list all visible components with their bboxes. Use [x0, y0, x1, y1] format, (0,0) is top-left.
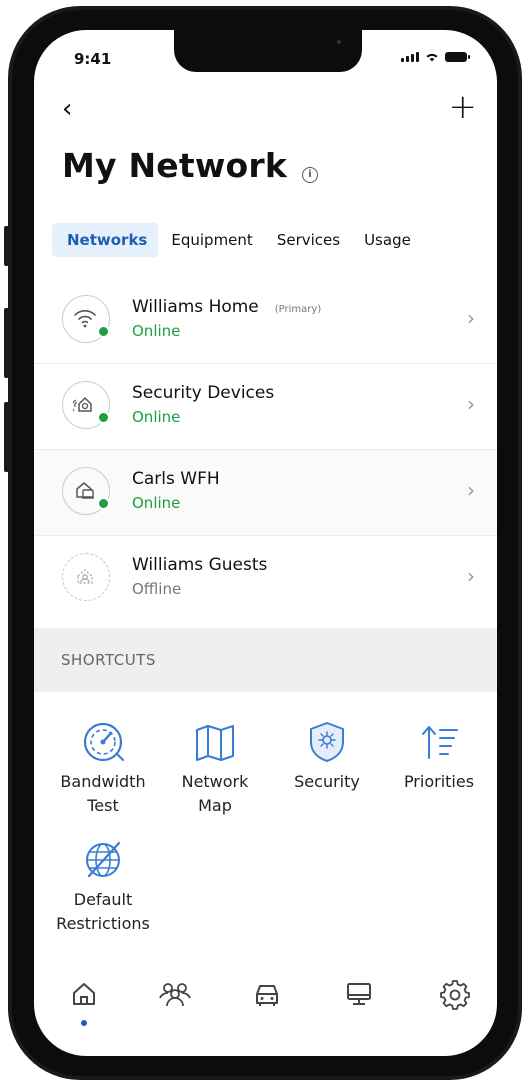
map-icon — [196, 725, 234, 761]
page-title: My Network — [62, 146, 287, 185]
home-icon — [73, 983, 95, 1005]
notch — [174, 30, 362, 72]
add-network-button[interactable]: + — [449, 90, 478, 124]
shortcut-priorities[interactable]: Priorities — [384, 720, 494, 794]
nav-settings[interactable] — [440, 980, 470, 1014]
bottom-nav — [34, 960, 497, 1026]
network-status: Offline — [132, 580, 182, 598]
network-row-williams-guests[interactable]: Williams Guests Offline › — [34, 536, 497, 621]
security-home-icon — [62, 381, 110, 429]
shortcut-label-line1: Bandwidth — [60, 772, 146, 791]
online-dot — [97, 497, 110, 510]
shortcut-label-line2: Map — [198, 796, 232, 815]
shortcut-security[interactable]: Security — [272, 720, 382, 794]
shortcut-label-line1: Network — [181, 772, 249, 791]
network-name: Security Devices — [132, 383, 275, 403]
nav-vehicle[interactable] — [252, 980, 282, 1012]
shortcuts-header: SHORTCUTS — [34, 628, 497, 692]
shortcut-label-line1: Default — [73, 890, 133, 909]
network-name: Carls WFH — [132, 469, 220, 489]
online-dot — [97, 325, 110, 338]
online-dot — [97, 411, 110, 424]
chevron-right-icon: › — [467, 564, 475, 588]
side-button-mute — [4, 226, 9, 266]
nav-home[interactable] — [70, 980, 98, 1012]
screen: 9:41 ‹ + My Network i Networks Equipment… — [34, 30, 497, 1056]
shortcut-label-line2: Restrictions — [56, 914, 150, 933]
wifi-icon — [62, 295, 110, 343]
shortcut-label-line1: Security — [294, 772, 360, 791]
network-row-security-devices[interactable]: Security Devices Online › — [34, 364, 497, 450]
tab-equipment[interactable]: Equipment — [160, 223, 263, 257]
battery-icon — [445, 52, 470, 62]
restricted-globe-icon — [86, 841, 121, 878]
shortcut-bandwidth-test[interactable]: Bandwidth Test — [48, 720, 158, 818]
chevron-right-icon: › — [467, 306, 475, 330]
network-row-williams-home[interactable]: Williams Home (Primary) Online › — [34, 278, 497, 364]
network-status: Online — [132, 408, 181, 426]
shortcuts-title: SHORTCUTS — [61, 651, 156, 669]
chevron-right-icon: › — [467, 478, 475, 502]
tab-bar: Networks Equipment Services Usage — [52, 222, 424, 258]
settings-icon — [440, 980, 470, 1010]
shortcut-default-restrictions[interactable]: Default Restrictions — [48, 838, 158, 936]
wifi-status-icon — [426, 53, 438, 62]
tab-services[interactable]: Services — [266, 223, 351, 257]
back-button[interactable]: ‹ — [62, 96, 72, 122]
status-time: 9:41 — [74, 50, 112, 68]
network-row-carls-wfh[interactable]: Carls WFH Online › — [34, 450, 497, 536]
devices-icon — [347, 983, 371, 1005]
network-list: Williams Home (Primary) Online › Security… — [34, 278, 497, 621]
info-icon[interactable]: i — [302, 167, 318, 183]
shortcut-label-line2: Test — [87, 796, 119, 815]
signal-icon — [401, 52, 419, 62]
side-button-volume-up — [4, 308, 9, 378]
shortcut-label-line1: Priorities — [403, 772, 475, 791]
people-icon — [159, 983, 191, 1007]
car-icon — [256, 985, 278, 1006]
shield-icon — [310, 722, 344, 762]
network-status: Online — [132, 322, 181, 340]
tab-networks[interactable]: Networks — [52, 223, 159, 257]
active-indicator — [81, 1020, 87, 1026]
primary-tag: (Primary) — [274, 304, 322, 315]
shortcut-network-map[interactable]: Network Map — [160, 720, 270, 818]
speedometer-icon — [83, 722, 124, 762]
status-icons — [401, 52, 470, 62]
network-status: Online — [132, 494, 181, 512]
nav-people[interactable] — [158, 980, 192, 1012]
chevron-right-icon: › — [467, 392, 475, 416]
tab-usage[interactable]: Usage — [353, 223, 422, 257]
guest-network-icon — [62, 553, 110, 601]
network-name: Williams Guests — [132, 555, 268, 575]
home-office-icon — [62, 467, 110, 515]
nav-devices[interactable] — [344, 980, 374, 1012]
side-button-volume-down — [4, 402, 9, 472]
priorities-icon — [422, 726, 458, 759]
network-name: Williams Home (Primary) — [132, 297, 322, 317]
